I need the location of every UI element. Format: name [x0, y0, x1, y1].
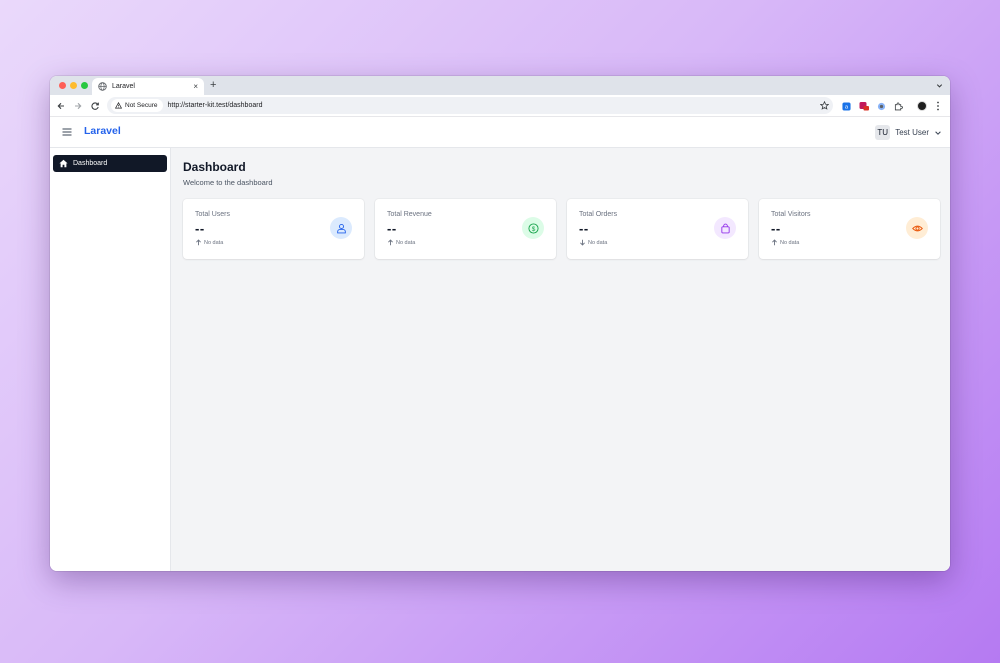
stat-card-value: -- — [771, 221, 781, 236]
shopping-bag-icon — [714, 217, 736, 239]
svg-text:$: $ — [531, 225, 535, 232]
sidebar-item-dashboard[interactable]: Dashboard — [53, 155, 167, 172]
address-bar[interactable]: Not Secure http://starter-kit.test/dashb… — [107, 97, 833, 114]
extension-puzzle-color-icon[interactable] — [876, 101, 886, 111]
new-tab-button[interactable]: + — [210, 79, 216, 91]
tab-strip: Laravel × + — [50, 76, 950, 95]
window-minimize-button[interactable] — [70, 82, 77, 89]
brand-logo-text[interactable]: Laravel — [84, 125, 121, 137]
stat-card-revenue: Total Revenue -- No data $ — [375, 199, 556, 259]
stat-card-trend-text: No data — [780, 239, 800, 246]
home-icon — [59, 159, 68, 168]
bookmark-star-icon[interactable] — [820, 101, 829, 110]
sidebar: Dashboard — [50, 148, 171, 571]
users-icon — [330, 217, 352, 239]
tab-close-icon[interactable]: × — [193, 82, 198, 91]
stat-card-label: Total Orders — [579, 211, 618, 218]
app-header: Laravel TU Test User — [50, 117, 950, 148]
chevron-down-icon — [934, 129, 942, 137]
stat-card-trend: No data — [579, 239, 607, 246]
stat-card-value: -- — [195, 221, 205, 236]
extensions-puzzle-icon[interactable] — [893, 101, 903, 111]
extension-badge-icon[interactable] — [859, 101, 869, 111]
window-close-button[interactable] — [59, 82, 66, 89]
forward-arrow-icon[interactable] — [73, 101, 83, 111]
window-maximize-button[interactable] — [81, 82, 88, 89]
browser-window: Laravel × + Not Secure http://starter-ki… — [50, 76, 950, 571]
url-text[interactable]: http://starter-kit.test/dashboard — [168, 102, 820, 109]
stat-card-value: -- — [387, 221, 397, 236]
stat-card-value: -- — [579, 221, 589, 236]
arrow-up-icon — [771, 239, 778, 246]
stat-card-trend: No data — [771, 239, 799, 246]
browser-tab[interactable]: Laravel × — [92, 78, 204, 95]
reload-icon[interactable] — [90, 101, 100, 111]
extension-translate-icon[interactable]: a — [841, 101, 851, 111]
page-subtitle: Welcome to the dashboard — [183, 178, 273, 187]
back-arrow-icon[interactable] — [56, 101, 66, 111]
user-menu[interactable]: TU Test User — [875, 125, 942, 140]
stat-card-label: Total Revenue — [387, 211, 432, 218]
browser-toolbar: Not Secure http://starter-kit.test/dashb… — [50, 95, 950, 117]
stat-card-trend: No data — [195, 239, 223, 246]
arrow-down-icon — [579, 239, 586, 246]
stat-card-users: Total Users -- No data — [183, 199, 364, 259]
tab-title: Laravel — [112, 83, 135, 90]
eye-icon — [906, 217, 928, 239]
tab-search-chevron-icon[interactable] — [935, 81, 944, 90]
profile-avatar-icon[interactable] — [917, 101, 927, 111]
warning-triangle-icon — [115, 102, 122, 109]
security-label: Not Secure — [125, 102, 158, 109]
stat-card-orders: Total Orders -- No data — [567, 199, 748, 259]
sidebar-item-label: Dashboard — [73, 160, 108, 167]
stat-card-trend-text: No data — [204, 239, 224, 246]
user-avatar: TU — [875, 125, 891, 140]
stat-card-trend-text: No data — [588, 239, 608, 246]
arrow-up-icon — [387, 239, 394, 246]
globe-icon — [98, 82, 107, 91]
menu-icon[interactable] — [62, 127, 72, 137]
arrow-up-icon — [195, 239, 202, 246]
page-title: Dashboard — [183, 160, 246, 174]
stat-card-trend-text: No data — [396, 239, 416, 246]
stat-card-label: Total Visitors — [771, 211, 811, 218]
stat-card-trend: No data — [387, 239, 415, 246]
main-content: Dashboard Welcome to the dashboard Total… — [171, 148, 950, 571]
stat-card-visitors: Total Visitors -- No data — [759, 199, 940, 259]
stat-card-label: Total Users — [195, 211, 231, 218]
dollar-icon: $ — [522, 217, 544, 239]
browser-menu-icon[interactable] — [936, 101, 940, 111]
user-name: Test User — [895, 128, 929, 137]
security-chip[interactable]: Not Secure — [111, 99, 163, 112]
